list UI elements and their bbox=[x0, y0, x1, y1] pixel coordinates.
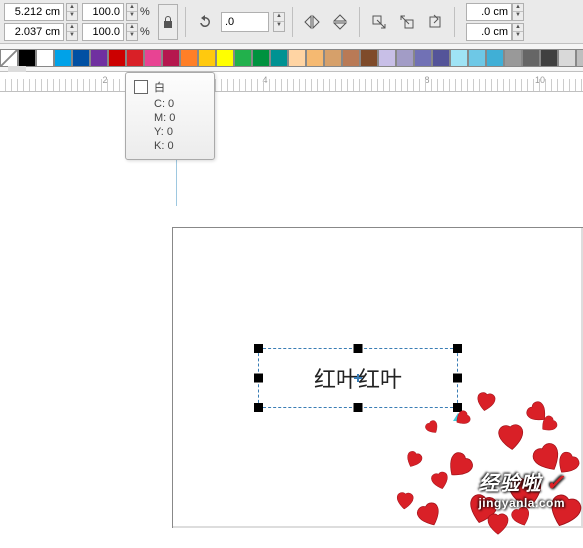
color-swatch[interactable] bbox=[108, 49, 126, 67]
mirror-h-icon bbox=[304, 14, 320, 30]
scale-x-input[interactable] bbox=[82, 3, 124, 21]
resize-handle-br[interactable] bbox=[453, 403, 462, 412]
ruler-tick: 8 bbox=[424, 75, 429, 85]
color-swatch[interactable] bbox=[216, 49, 234, 67]
color-palette bbox=[0, 44, 583, 72]
horizontal-ruler: 2 4 8 10 bbox=[0, 72, 583, 92]
color-swatch[interactable] bbox=[504, 49, 522, 67]
rotate-ccw-button[interactable] bbox=[193, 10, 217, 34]
color-swatch[interactable] bbox=[18, 49, 36, 67]
color-swatch[interactable] bbox=[450, 49, 468, 67]
lock-ratio-button[interactable] bbox=[158, 4, 178, 40]
color-swatch[interactable] bbox=[72, 49, 90, 67]
color-swatch[interactable] bbox=[414, 49, 432, 67]
color-swatch[interactable] bbox=[90, 49, 108, 67]
wrap-front-button[interactable] bbox=[367, 10, 391, 34]
canvas[interactable]: 红叶红叶 经验啦✓ jingyanla.com bbox=[0, 92, 583, 528]
color-swatch[interactable] bbox=[270, 49, 288, 67]
rotation-spinner[interactable]: ▲▼ bbox=[273, 12, 285, 32]
wrap-back-button[interactable] bbox=[395, 10, 419, 34]
mirror-v-icon bbox=[332, 14, 348, 30]
swatch-preview bbox=[134, 80, 148, 94]
color-swatch[interactable] bbox=[144, 49, 162, 67]
resize-handle-tr[interactable] bbox=[453, 344, 462, 353]
outline-x-spinner[interactable]: ▲▼ bbox=[512, 3, 524, 21]
property-bar: ▲▼ ▲▼ ▲▼ % ▲▼ % ▲▼ bbox=[0, 0, 583, 44]
color-swatch[interactable] bbox=[288, 49, 306, 67]
color-swatch[interactable] bbox=[234, 49, 252, 67]
resize-handle-r[interactable] bbox=[453, 374, 462, 383]
cmyk-k: K: 0 bbox=[154, 139, 206, 153]
color-swatch[interactable] bbox=[378, 49, 396, 67]
scale-y-spinner[interactable]: ▲▼ bbox=[126, 23, 138, 41]
color-swatch[interactable] bbox=[126, 49, 144, 67]
color-swatch[interactable] bbox=[486, 49, 504, 67]
ruler-tick: 4 bbox=[262, 75, 267, 85]
color-swatch[interactable] bbox=[0, 49, 18, 67]
extract-button[interactable] bbox=[423, 10, 447, 34]
mirror-horizontal-button[interactable] bbox=[300, 10, 324, 34]
color-swatch[interactable] bbox=[198, 49, 216, 67]
resize-handle-t[interactable] bbox=[354, 344, 363, 353]
selected-text-object[interactable]: 红叶红叶 bbox=[258, 348, 458, 408]
resize-handle-bl[interactable] bbox=[254, 403, 263, 412]
color-swatch[interactable] bbox=[342, 49, 360, 67]
color-swatch[interactable] bbox=[576, 49, 583, 67]
mirror-vertical-button[interactable] bbox=[328, 10, 352, 34]
color-name: 白 bbox=[154, 79, 165, 95]
color-swatch[interactable] bbox=[360, 49, 378, 67]
object-height-input[interactable] bbox=[4, 23, 64, 41]
rotate-icon bbox=[197, 14, 213, 30]
center-marker[interactable] bbox=[354, 374, 362, 382]
percent-label: % bbox=[140, 6, 152, 18]
cmyk-c: C: 0 bbox=[154, 97, 206, 111]
color-swatch[interactable] bbox=[522, 49, 540, 67]
scale-x-spinner[interactable]: ▲▼ bbox=[126, 3, 138, 21]
color-swatch[interactable] bbox=[324, 49, 342, 67]
width-spinner[interactable]: ▲▼ bbox=[66, 3, 78, 21]
lock-icon bbox=[162, 15, 174, 29]
color-swatch[interactable] bbox=[54, 49, 72, 67]
color-swatch[interactable] bbox=[396, 49, 414, 67]
resize-handle-b[interactable] bbox=[354, 403, 363, 412]
rotation-input[interactable] bbox=[221, 12, 269, 32]
color-swatch[interactable] bbox=[432, 49, 450, 67]
resize-handle-tl[interactable] bbox=[254, 344, 263, 353]
color-swatch[interactable] bbox=[540, 49, 558, 67]
scale-y-input[interactable] bbox=[82, 23, 124, 41]
color-swatch[interactable] bbox=[306, 49, 324, 67]
wrap-icon bbox=[371, 14, 387, 30]
outline-x-input[interactable] bbox=[466, 3, 512, 21]
color-swatch[interactable] bbox=[252, 49, 270, 67]
color-swatch[interactable] bbox=[558, 49, 576, 67]
color-swatch[interactable] bbox=[468, 49, 486, 67]
extract-icon bbox=[427, 14, 443, 30]
cmyk-y: Y: 0 bbox=[154, 125, 206, 139]
color-swatch[interactable] bbox=[36, 49, 54, 67]
ruler-tick: 10 bbox=[535, 75, 545, 85]
color-swatch[interactable] bbox=[162, 49, 180, 67]
ruler-tick: 2 bbox=[102, 75, 107, 85]
object-width-input[interactable] bbox=[4, 3, 64, 21]
color-swatch[interactable] bbox=[180, 49, 198, 67]
text-overflow-handle[interactable] bbox=[453, 413, 463, 421]
height-spinner[interactable]: ▲▼ bbox=[66, 23, 78, 41]
wrap-icon bbox=[399, 14, 415, 30]
resize-handle-l[interactable] bbox=[254, 374, 263, 383]
outline-y-input[interactable] bbox=[466, 23, 512, 41]
color-tooltip: 白 C: 0 M: 0 Y: 0 K: 0 bbox=[125, 72, 215, 160]
cmyk-m: M: 0 bbox=[154, 111, 206, 125]
percent-label: % bbox=[140, 26, 152, 38]
outline-y-spinner[interactable]: ▲▼ bbox=[512, 23, 524, 41]
